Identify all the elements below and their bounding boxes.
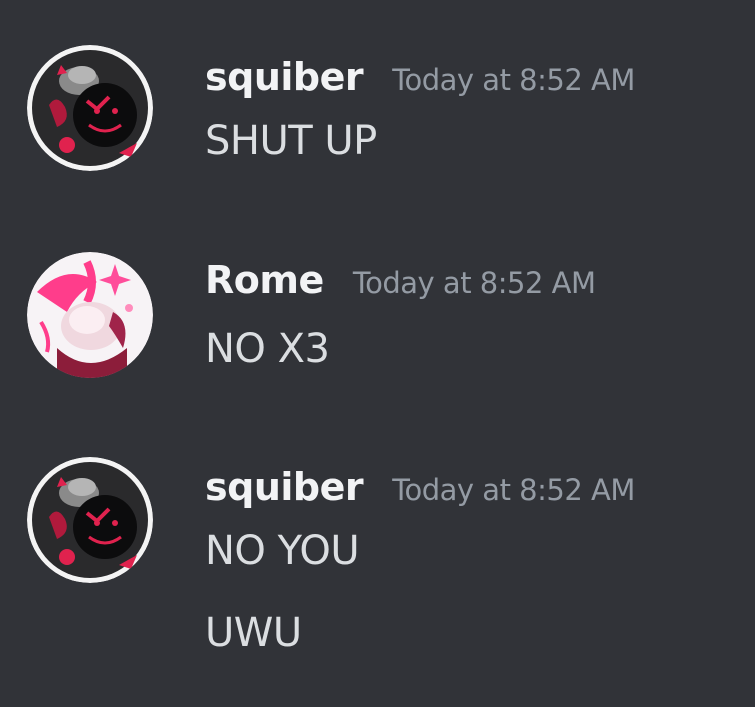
message-group: squiber Today at 8:52 AM NO YOU UWU xyxy=(0,457,755,667)
squiber-avatar-icon xyxy=(27,457,153,583)
message-content: UWU xyxy=(205,610,302,656)
timestamp[interactable]: Today at 8:52 AM xyxy=(392,473,635,507)
squiber-avatar-icon xyxy=(27,45,153,171)
username[interactable]: squiber xyxy=(205,55,364,99)
avatar[interactable] xyxy=(27,252,153,378)
chat-message-list: squiber Today at 8:52 AM SHUT UP Rome To… xyxy=(0,0,755,707)
timestamp[interactable]: Today at 8:52 AM xyxy=(353,266,596,300)
timestamp[interactable]: Today at 8:52 AM xyxy=(392,63,635,97)
avatar[interactable] xyxy=(27,45,153,171)
message-content: SHUT UP xyxy=(205,118,377,164)
message-header: squiber Today at 8:52 AM xyxy=(205,465,635,509)
avatar[interactable] xyxy=(27,457,153,583)
username[interactable]: Rome xyxy=(205,258,324,302)
message-header: squiber Today at 8:52 AM xyxy=(205,55,635,99)
message-content: NO X3 xyxy=(205,326,330,372)
message-group: Rome Today at 8:52 AM NO X3 xyxy=(0,252,755,382)
message-group: squiber Today at 8:52 AM SHUT UP xyxy=(0,45,755,175)
username[interactable]: squiber xyxy=(205,465,364,509)
message-content: NO YOU xyxy=(205,528,360,574)
message-header: Rome Today at 8:52 AM xyxy=(205,258,596,302)
rome-avatar-icon xyxy=(27,252,153,378)
